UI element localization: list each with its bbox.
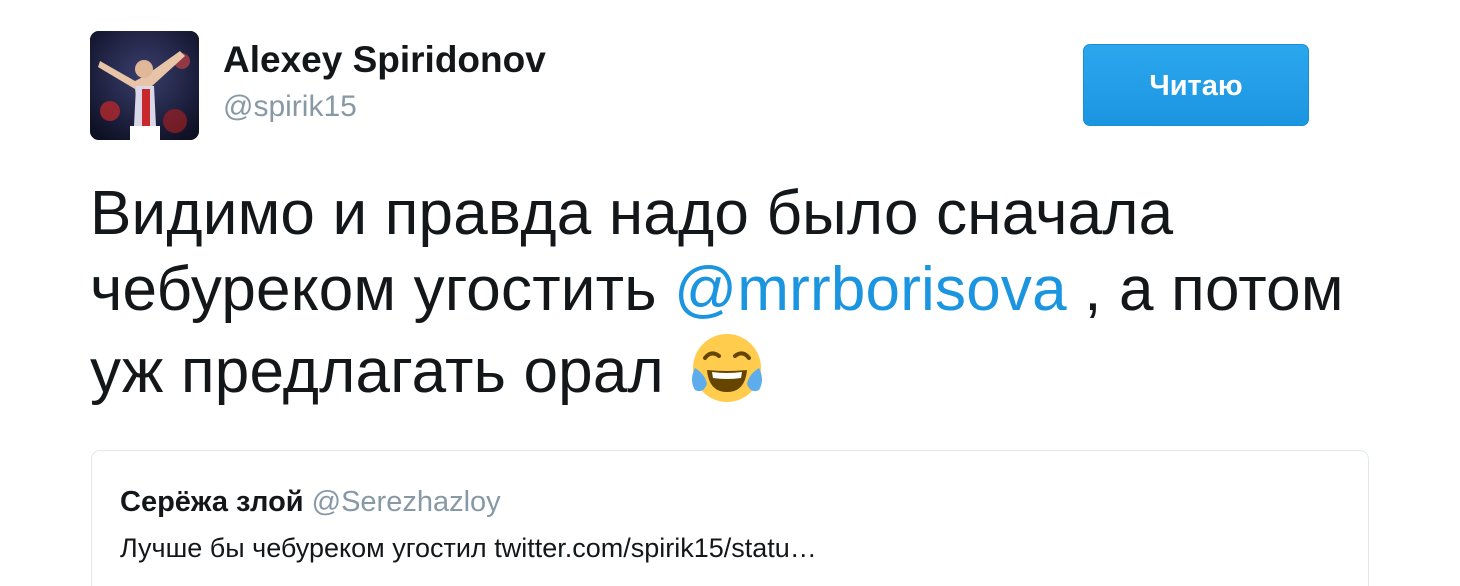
quoted-author-handle: @Serezhazloy (311, 486, 501, 518)
quoted-tweet-header: Серёжа злой @Serezhazloy (120, 485, 501, 519)
quoted-tweet-text: Лучше бы чебуреком угостил twitter.com/s… (120, 533, 817, 563)
avatar-image (90, 31, 199, 140)
tweet-text-line2-end: , а потом (1066, 255, 1344, 324)
tweet-text-line1: Видимо и правда надо было сначала (90, 179, 1174, 248)
tweet-card: Alexey Spiridonov @spirik15 Читаю Видимо… (0, 0, 1460, 586)
tears-of-joy-emoji-icon (687, 328, 767, 408)
author-avatar[interactable] (90, 31, 199, 140)
mention-link[interactable]: @mrrborisova (674, 255, 1067, 324)
follow-button[interactable]: Читаю (1083, 44, 1309, 126)
tweet-text-line2-start: чебуреком угостить (90, 255, 675, 324)
quoted-tweet[interactable]: Серёжа злой @Serezhazloy Лучше бы чебурек… (91, 450, 1369, 586)
quoted-author-name: Серёжа злой (120, 486, 304, 518)
author-name[interactable]: Alexey Spiridonov (223, 38, 546, 82)
author-handle[interactable]: @spirik15 (223, 88, 357, 126)
tweet-text-line3: уж предлагать орал (90, 337, 682, 406)
tweet-text: Видимо и правда надо было сначала чебуре… (90, 176, 1390, 410)
